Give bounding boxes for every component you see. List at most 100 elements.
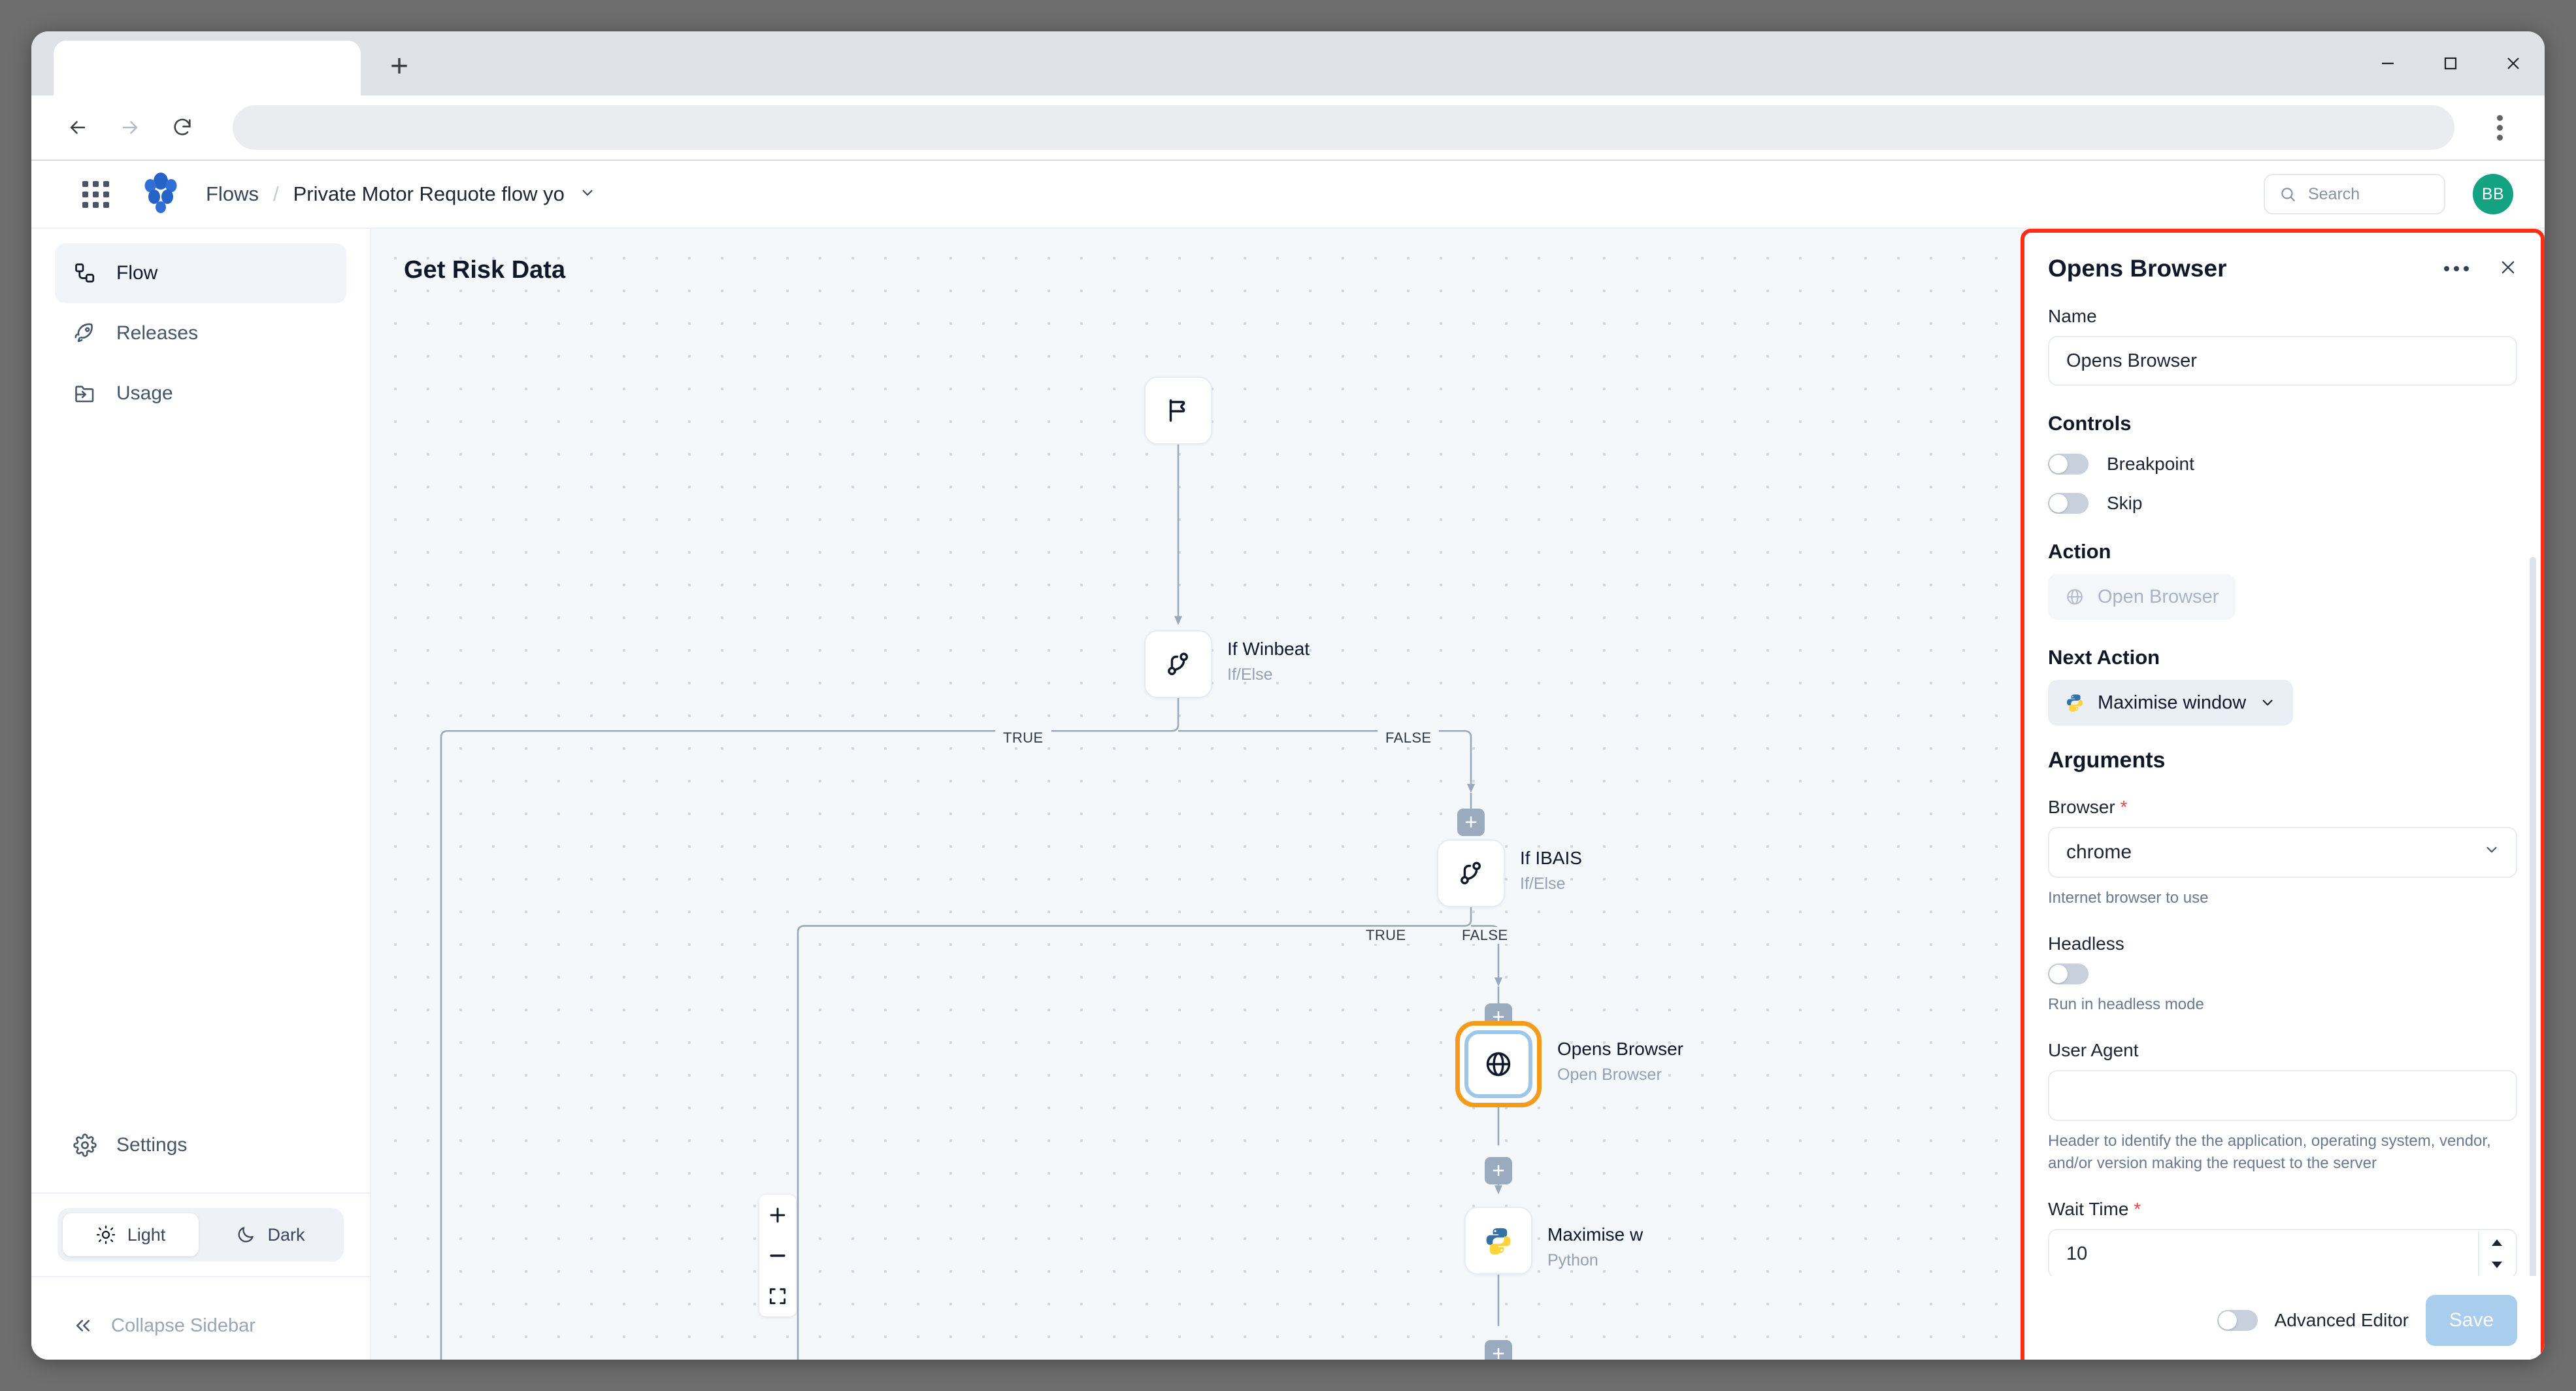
theme-option-light[interactable]: Light xyxy=(63,1213,199,1256)
skip-row: Skip xyxy=(2048,493,2517,514)
maximize-button[interactable] xyxy=(2419,31,2482,95)
browser-select[interactable]: chrome xyxy=(2048,827,2517,878)
properties-footer: Advanced Editor Save xyxy=(2024,1276,2541,1360)
breadcrumb-dropdown-button[interactable] xyxy=(579,184,596,205)
properties-body: Name Opens Browser Controls Breakpoint S… xyxy=(2024,282,2541,1276)
wait-time-decrement-button[interactable] xyxy=(2479,1254,2515,1276)
back-button[interactable] xyxy=(55,105,101,150)
breakpoint-row: Breakpoint xyxy=(2048,454,2517,475)
reload-icon xyxy=(171,116,193,139)
edge-label-false-2: FALSE xyxy=(1454,927,1515,944)
plus-icon: + xyxy=(390,48,408,84)
user-agent-field[interactable] xyxy=(2048,1070,2517,1121)
breadcrumb-separator: / xyxy=(273,182,279,206)
headless-toggle[interactable] xyxy=(2048,964,2089,984)
avatar[interactable]: BB xyxy=(2473,174,2513,214)
close-icon xyxy=(2505,55,2522,72)
add-node-button[interactable]: + xyxy=(1457,809,1485,836)
save-button-label: Save xyxy=(2449,1309,2494,1332)
flow-node-maximise-window[interactable] xyxy=(1464,1207,1532,1275)
moon-icon xyxy=(236,1225,256,1245)
flow-node-if-ibais[interactable] xyxy=(1437,839,1505,907)
browser-window: + xyxy=(31,31,2545,1360)
sidebar-item-label: Settings xyxy=(116,1134,187,1156)
app-body: Flow Releases Usage Settings xyxy=(31,229,2545,1360)
brand-logo-icon[interactable] xyxy=(143,173,178,216)
browser-select-value: chrome xyxy=(2066,841,2132,863)
name-field-value: Opens Browser xyxy=(2066,350,2197,372)
flow-node-label-maximise-window: Maximise w Python xyxy=(1547,1222,1643,1272)
properties-close-button[interactable] xyxy=(2499,258,2517,280)
next-action-chip[interactable]: Maximise window xyxy=(2048,680,2293,726)
wait-time-field[interactable]: 10 xyxy=(2048,1229,2517,1276)
collapse-sidebar-label: Collapse Sidebar xyxy=(111,1315,256,1337)
chevron-down-icon xyxy=(579,184,596,201)
search-placeholder: Search xyxy=(2308,185,2360,204)
breadcrumb-root[interactable]: Flows xyxy=(206,182,259,206)
name-field[interactable]: Opens Browser xyxy=(2048,336,2517,386)
headless-label: Headless xyxy=(2048,933,2517,954)
save-button[interactable]: Save xyxy=(2426,1295,2517,1346)
collapse-sidebar-button[interactable]: Collapse Sidebar xyxy=(31,1292,370,1360)
browser-menu-button[interactable] xyxy=(2478,106,2521,149)
minus-icon xyxy=(767,1245,789,1267)
browser-tab[interactable] xyxy=(54,41,361,95)
chevron-down-icon xyxy=(2483,841,2500,863)
wait-time-field-value: 10 xyxy=(2066,1243,2087,1265)
rocket-icon xyxy=(73,322,97,345)
minimize-button[interactable] xyxy=(2356,31,2419,95)
add-node-button[interactable]: + xyxy=(1485,1340,1512,1360)
node-title: If IBAIS xyxy=(1520,848,1582,868)
flow-node-start[interactable] xyxy=(1144,377,1212,444)
sidebar-divider-2 xyxy=(31,1276,370,1277)
sun-icon xyxy=(96,1225,116,1245)
search-input[interactable]: Search xyxy=(2264,174,2445,214)
search-icon xyxy=(2279,186,2296,203)
theme-option-dark[interactable]: Dark xyxy=(203,1213,339,1256)
new-tab-button[interactable]: + xyxy=(374,41,425,92)
breakpoint-toggle[interactable] xyxy=(2048,454,2089,475)
wait-time-increment-button[interactable] xyxy=(2479,1232,2515,1254)
node-selection-ring xyxy=(1464,1030,1532,1098)
properties-scrollbar[interactable] xyxy=(2530,557,2536,1276)
next-action-chip-label: Maximise window xyxy=(2098,692,2246,714)
app-grid-icon[interactable] xyxy=(82,181,109,208)
forward-button[interactable] xyxy=(107,105,153,150)
double-chevron-left-icon xyxy=(73,1316,93,1335)
node-subtitle: If/Else xyxy=(1227,665,1272,684)
node-title: If Winbeat xyxy=(1227,639,1310,659)
browser-label: Browser xyxy=(2048,797,2517,818)
skip-toggle[interactable] xyxy=(2048,493,2089,514)
node-title: Opens Browser xyxy=(1557,1039,1683,1059)
back-arrow-icon xyxy=(67,116,89,139)
sidebar-item-releases[interactable]: Releases xyxy=(55,303,346,363)
sidebar-spacer xyxy=(31,424,370,1115)
properties-header: Opens Browser xyxy=(2024,233,2541,282)
edge-label-true-2: TRUE xyxy=(1358,927,1414,944)
flow-node-if-winbeat[interactable] xyxy=(1144,630,1212,698)
wait-time-spinner xyxy=(2478,1232,2515,1276)
sidebar-item-flow[interactable]: Flow xyxy=(55,243,346,303)
sidebar-item-usage[interactable]: Usage xyxy=(55,363,346,424)
zoom-out-button[interactable] xyxy=(759,1235,796,1276)
advanced-editor-toggle[interactable] xyxy=(2217,1310,2258,1331)
reload-button[interactable] xyxy=(159,105,205,150)
add-node-button[interactable]: + xyxy=(1485,1157,1512,1184)
app-header: Flows / Private Motor Requote flow yo Se… xyxy=(31,161,2545,229)
caret-up-icon xyxy=(2490,1237,2504,1248)
properties-more-button[interactable] xyxy=(2444,266,2469,271)
fit-view-button[interactable] xyxy=(759,1276,796,1316)
breadcrumb-current: Private Motor Requote flow yo xyxy=(293,182,565,206)
flow-node-opens-browser[interactable] xyxy=(1455,1021,1542,1107)
properties-header-actions xyxy=(2444,258,2517,280)
folder-arrow-icon xyxy=(73,382,97,405)
zoom-in-button[interactable] xyxy=(759,1195,796,1235)
sidebar-item-settings[interactable]: Settings xyxy=(55,1115,346,1175)
python-icon xyxy=(2065,693,2085,712)
user-agent-label: User Agent xyxy=(2048,1040,2517,1061)
name-label: Name xyxy=(2048,306,2517,327)
close-button[interactable] xyxy=(2482,31,2545,95)
forward-arrow-icon xyxy=(119,116,141,139)
flow-nodes-icon xyxy=(73,261,97,285)
address-bar[interactable] xyxy=(233,105,2454,150)
